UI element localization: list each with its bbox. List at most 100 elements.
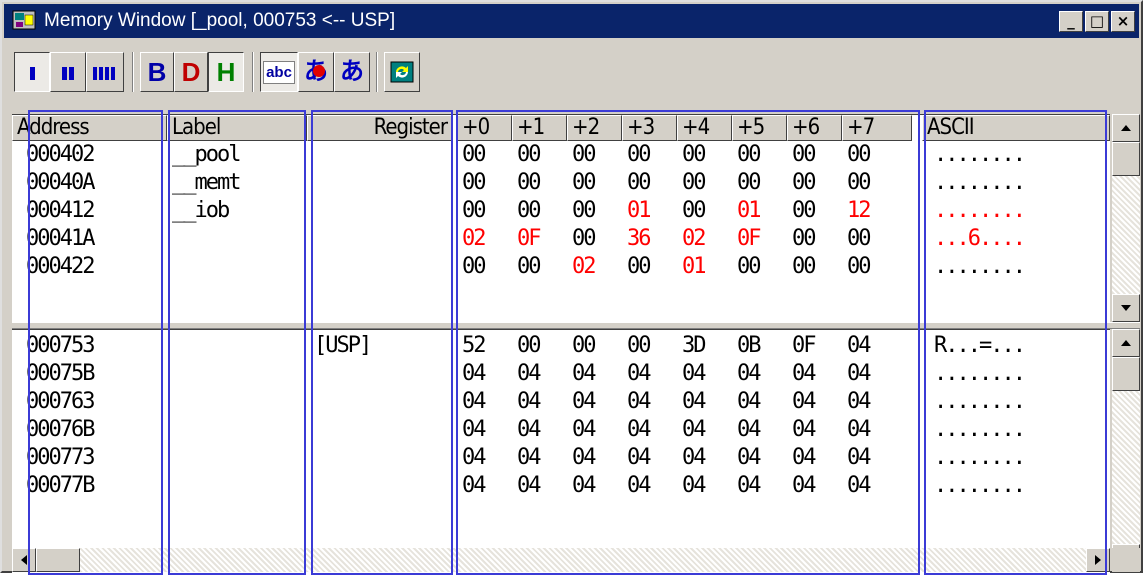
hex-radix-button[interactable]: H [208, 52, 244, 92]
byte-cell[interactable]: 00 [462, 169, 486, 197]
byte-cell[interactable]: 00 [627, 169, 651, 197]
byte-cell[interactable]: 04 [462, 444, 486, 472]
label-cell[interactable]: __pool [172, 141, 241, 169]
byte-cell[interactable]: 0F [792, 332, 816, 360]
byte-cell[interactable]: 00 [737, 253, 761, 281]
scroll-up-button[interactable] [1112, 114, 1140, 142]
address-cell[interactable]: 000412 [26, 197, 95, 225]
address-cell[interactable]: 000422 [26, 253, 95, 281]
close-button[interactable]: × [1111, 11, 1135, 32]
column-header-offset[interactable]: +3 [622, 115, 677, 141]
scroll-left-button[interactable] [12, 548, 36, 572]
column-header-offset[interactable]: +5 [732, 115, 787, 141]
scroll-thumb[interactable] [1112, 142, 1140, 176]
title-bar[interactable]: Memory Window [_pool, 000753 <-- USP] _ … [4, 4, 1139, 38]
byte-cell[interactable]: 04 [682, 360, 706, 388]
byte-cell[interactable]: 00 [572, 225, 596, 253]
byte-cell[interactable]: 04 [847, 472, 871, 500]
byte-cell[interactable]: 00 [792, 141, 816, 169]
ascii-cell[interactable]: ...6.... [934, 225, 1026, 253]
byte-cell[interactable]: 00 [517, 253, 541, 281]
byte-size-button[interactable] [14, 52, 50, 92]
maximize-button[interactable]: □ [1085, 11, 1109, 32]
byte-cell[interactable]: 12 [847, 197, 871, 225]
byte-cell[interactable]: 0F [737, 225, 761, 253]
byte-cell[interactable]: 04 [737, 472, 761, 500]
ascii-cell[interactable]: ........ [934, 253, 1026, 281]
ascii-cell[interactable]: ........ [934, 197, 1026, 225]
byte-cell[interactable]: 04 [682, 472, 706, 500]
byte-cell[interactable]: 36 [627, 225, 651, 253]
byte-cell[interactable]: 04 [847, 444, 871, 472]
byte-cell[interactable]: 00 [737, 169, 761, 197]
byte-cell[interactable]: 00 [847, 141, 871, 169]
column-header-address[interactable]: Address [12, 115, 167, 141]
byte-cell[interactable]: 04 [627, 360, 651, 388]
column-header-offset[interactable]: +4 [677, 115, 732, 141]
byte-cell[interactable]: 00 [462, 253, 486, 281]
scroll-thumb[interactable] [1112, 357, 1140, 391]
byte-cell[interactable]: 00 [792, 197, 816, 225]
address-cell[interactable]: 00077B [26, 472, 95, 500]
decimal-radix-button[interactable]: D [174, 52, 208, 92]
column-header-label[interactable]: Label [167, 115, 307, 141]
byte-cell[interactable]: 52 [462, 332, 486, 360]
byte-cell[interactable]: 00 [847, 169, 871, 197]
address-cell[interactable]: 00040A [26, 169, 95, 197]
byte-cell[interactable]: 04 [572, 444, 596, 472]
ascii-cell[interactable]: ........ [934, 472, 1026, 500]
byte-cell[interactable]: 04 [792, 444, 816, 472]
byte-cell[interactable]: 04 [572, 388, 596, 416]
address-cell[interactable]: 00075B [26, 360, 95, 388]
size-grip[interactable] [1112, 548, 1140, 572]
euc-text-button[interactable]: あ [334, 52, 370, 92]
vertical-scrollbar-top[interactable] [1112, 114, 1140, 322]
byte-cell[interactable]: 04 [462, 416, 486, 444]
minimize-button[interactable]: _ [1059, 11, 1083, 32]
byte-cell[interactable]: 00 [737, 141, 761, 169]
h-scroll-thumb[interactable] [36, 548, 80, 572]
byte-cell[interactable]: 00 [572, 332, 596, 360]
byte-cell[interactable]: 04 [847, 416, 871, 444]
refresh-button[interactable] [384, 52, 420, 92]
byte-cell[interactable]: 04 [737, 360, 761, 388]
column-header-offset[interactable]: +7 [842, 115, 912, 141]
byte-cell[interactable]: 0B [737, 332, 761, 360]
byte-cell[interactable]: 04 [627, 416, 651, 444]
scroll-up-button[interactable] [1112, 329, 1140, 357]
byte-cell[interactable]: 00 [792, 169, 816, 197]
address-cell[interactable]: 000753 [26, 332, 95, 360]
address-cell[interactable]: 000402 [26, 141, 95, 169]
address-cell[interactable]: 000773 [26, 444, 95, 472]
byte-cell[interactable]: 04 [517, 444, 541, 472]
byte-cell[interactable]: 04 [737, 444, 761, 472]
byte-cell[interactable]: 04 [572, 472, 596, 500]
long-size-button[interactable] [86, 52, 124, 92]
horizontal-scrollbar[interactable] [12, 548, 1110, 572]
byte-cell[interactable]: 00 [627, 332, 651, 360]
column-header-offset[interactable]: +1 [512, 115, 567, 141]
ascii-cell[interactable]: ........ [934, 416, 1026, 444]
binary-radix-button[interactable]: B [140, 52, 174, 92]
byte-cell[interactable]: 00 [847, 253, 871, 281]
byte-cell[interactable]: 04 [792, 388, 816, 416]
label-cell[interactable]: __iob [172, 197, 230, 225]
byte-cell[interactable]: 04 [572, 360, 596, 388]
byte-cell[interactable]: 02 [462, 225, 486, 253]
byte-cell[interactable]: 01 [682, 253, 706, 281]
byte-cell[interactable]: 00 [572, 169, 596, 197]
byte-cell[interactable]: 04 [627, 444, 651, 472]
byte-cell[interactable]: 02 [572, 253, 596, 281]
column-header-offset[interactable]: +0 [457, 115, 512, 141]
byte-cell[interactable]: 00 [517, 141, 541, 169]
byte-cell[interactable]: 04 [517, 388, 541, 416]
sjis-text-button[interactable]: あ [298, 52, 334, 92]
byte-cell[interactable]: 04 [462, 360, 486, 388]
memory-pane-bottom[interactable]: 000753 [USP] 52 00 00 00 3D 0B 0F 04 R...=... 00075… [12, 329, 1110, 573]
byte-cell[interactable]: 0F [517, 225, 541, 253]
byte-cell[interactable]: 01 [737, 197, 761, 225]
ascii-cell[interactable]: ........ [934, 141, 1026, 169]
ascii-cell[interactable]: ........ [934, 169, 1026, 197]
byte-cell[interactable]: 04 [792, 472, 816, 500]
byte-cell[interactable]: 00 [792, 253, 816, 281]
